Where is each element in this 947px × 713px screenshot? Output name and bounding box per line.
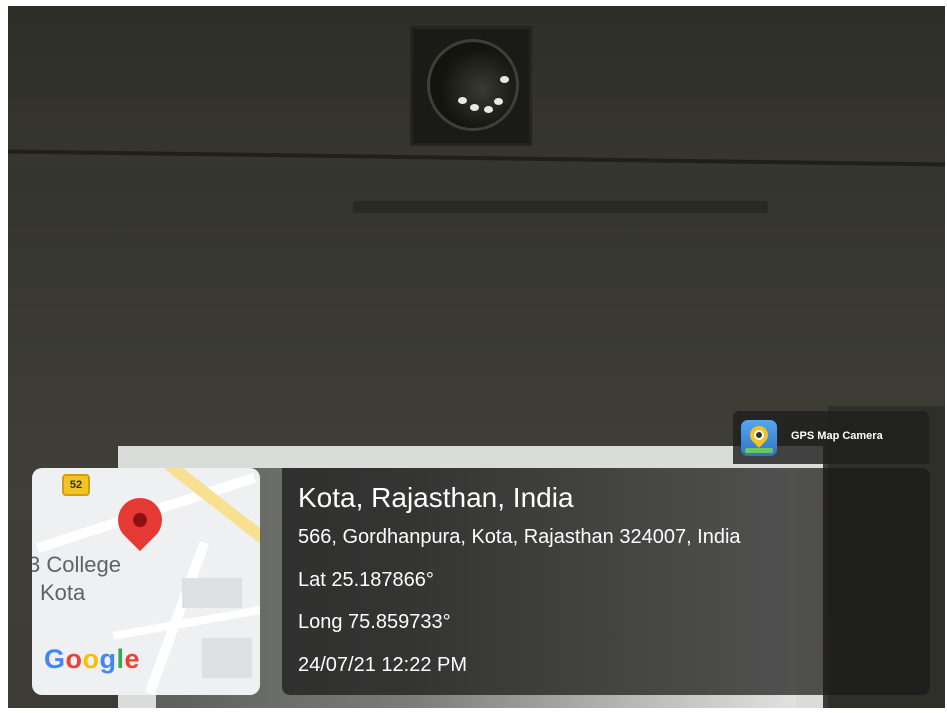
location-info-panel: Kota, Rajasthan, India 566, Gordhanpura,…	[282, 468, 930, 695]
map-city-label: Kota	[40, 580, 86, 605]
fan-light	[484, 106, 493, 113]
fan-light	[470, 104, 479, 111]
camera-lens-icon	[754, 430, 764, 440]
exhaust-fan-blades	[427, 39, 519, 131]
exhaust-fan	[410, 26, 532, 146]
location-title: Kota, Rajasthan, India	[298, 482, 574, 513]
fan-light	[494, 98, 503, 105]
tube-light	[353, 201, 768, 213]
screenshot-frame: GPS Map Camera 52 3 College Kota Google …	[0, 0, 947, 713]
location-pin-center	[133, 513, 147, 527]
gps-map-camera-badge: GPS Map Camera	[733, 411, 929, 464]
gps-map-camera-app-icon	[741, 420, 777, 456]
fan-light	[458, 97, 467, 104]
longitude-text: Long 75.859733°	[298, 611, 451, 633]
badge-label: GPS Map Camera	[791, 430, 883, 442]
google-logo: Google	[44, 644, 141, 674]
map-base-icon	[745, 448, 773, 453]
timestamp-text: 24/07/21 12:22 PM	[298, 654, 468, 676]
map-thumbnail: 52 3 College Kota Google	[32, 468, 260, 695]
latitude-text: Lat 25.187866°	[298, 569, 434, 591]
map-place-label: 3 College	[32, 552, 121, 577]
route-number: 52	[69, 479, 83, 491]
map-block	[202, 638, 252, 678]
map-block	[182, 578, 242, 608]
map-road	[112, 604, 260, 640]
fan-light	[500, 76, 509, 83]
route-shield: 52	[62, 474, 90, 496]
location-address: 566, Gordhanpura, Kota, Rajasthan 324007…	[298, 526, 741, 548]
